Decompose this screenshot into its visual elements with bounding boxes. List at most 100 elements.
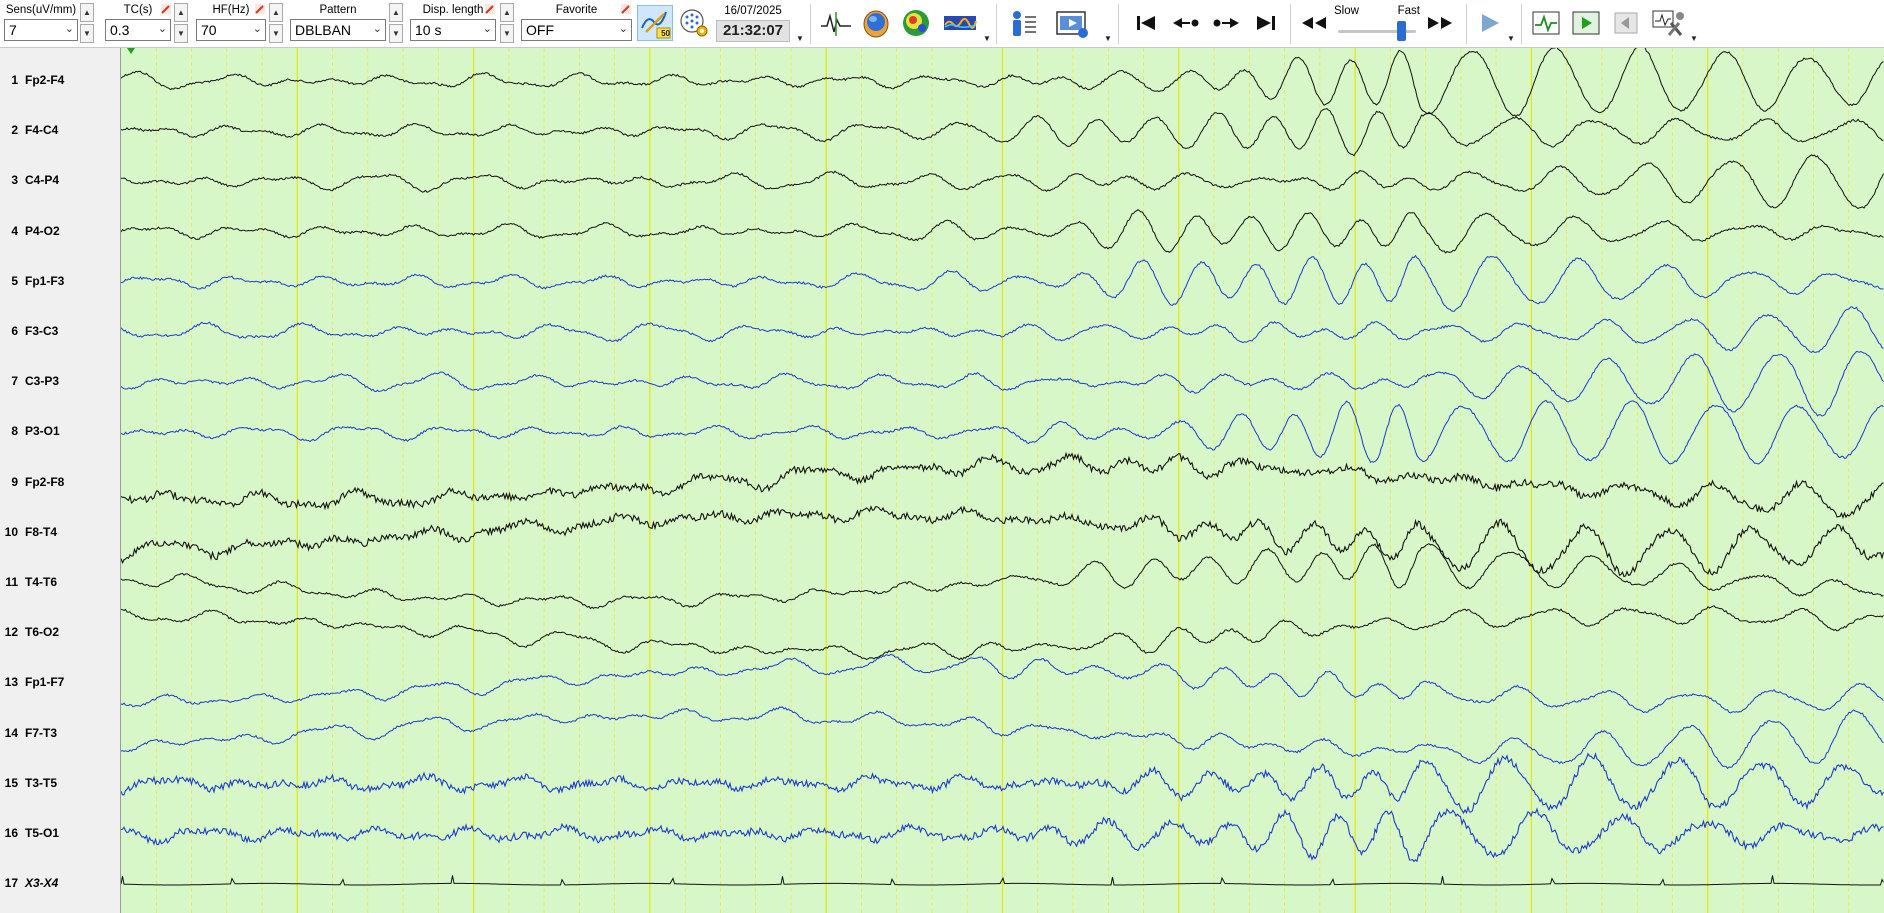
chevron-down-icon: ⌄ xyxy=(372,23,382,35)
channel-name: P3-O1 xyxy=(25,424,60,439)
waveform-button[interactable] xyxy=(818,5,854,41)
channel-label[interactable]: 2 F4-C4 xyxy=(0,123,120,139)
favorite-label: Favorite xyxy=(555,4,598,16)
channel-number: 8 xyxy=(11,424,18,439)
sensitivity-select[interactable]: 7 ⌄ xyxy=(4,19,78,41)
display-length-value: 10 s xyxy=(415,22,442,38)
channel-label[interactable]: 15 T3-T5 xyxy=(0,776,120,792)
time-constant-stepper[interactable]: ▲ ▼ xyxy=(174,3,189,43)
increment-button[interactable]: ▲ xyxy=(500,3,514,22)
dropdown-arrow-icon[interactable]: ▼ xyxy=(1104,34,1112,43)
decrement-button[interactable]: ▼ xyxy=(500,24,514,43)
favorite-control: Favorite OFF ⌄ xyxy=(521,0,632,47)
decrement-button[interactable]: ▼ xyxy=(269,24,283,43)
recording-time: 21:32:07 xyxy=(716,20,790,42)
edit-pen-icon[interactable] xyxy=(160,3,172,15)
channel-label[interactable]: 6 F3-C3 xyxy=(0,324,120,340)
next-page-button[interactable] xyxy=(1208,5,1244,41)
tools-button[interactable] xyxy=(1648,5,1688,41)
play-icon xyxy=(1482,14,1499,32)
channel-name: F8-T4 xyxy=(25,524,58,539)
channel-label[interactable]: 3 C4-P4 xyxy=(0,173,120,189)
first-page-button[interactable] xyxy=(1128,5,1164,41)
montage-settings-button[interactable] xyxy=(676,5,712,41)
channel-label[interactable]: 11 T4-T6 xyxy=(0,575,120,591)
display-length-select[interactable]: 10 s ⌄ xyxy=(410,19,496,41)
pattern-select[interactable]: DBLBAN ⌄ xyxy=(290,19,386,41)
edit-pen-icon[interactable] xyxy=(254,3,266,15)
channel-number: 12 xyxy=(4,625,18,640)
signal-view-button[interactable] xyxy=(1528,5,1564,41)
decrement-button[interactable]: ▼ xyxy=(174,24,188,43)
dropdown-arrow-icon[interactable]: ▼ xyxy=(1507,34,1515,43)
patient-info-button[interactable] xyxy=(1004,5,1040,41)
channel-label[interactable]: 9 Fp2-F8 xyxy=(0,475,120,491)
increment-button[interactable]: ▲ xyxy=(80,3,94,22)
channel-label[interactable]: 1 Fp2-F4 xyxy=(0,73,120,89)
channel-label[interactable]: 8 P3-O1 xyxy=(0,424,120,440)
sensitivity-label: Sens(uV/mm) xyxy=(5,4,77,16)
spectral-button[interactable] xyxy=(940,5,980,41)
eeg-trace-area[interactable] xyxy=(121,48,1884,913)
channel-number: 14 xyxy=(4,725,18,740)
channel-name: Fp2-F4 xyxy=(25,73,65,87)
last-page-button[interactable] xyxy=(1248,5,1284,41)
head-map-button[interactable] xyxy=(858,5,894,41)
channel-name: T3-T5 xyxy=(25,775,58,790)
rewind-button[interactable] xyxy=(1296,5,1332,41)
dropdown-arrow-icon[interactable]: ▼ xyxy=(1690,34,1698,43)
channel-name: Fp1-F7 xyxy=(25,675,65,690)
high-filter-select[interactable]: 70 ⌄ xyxy=(196,19,266,41)
review-back-button[interactable] xyxy=(1608,5,1644,41)
channel-number: 3 xyxy=(11,173,18,188)
time-constant-value: 0.3 xyxy=(110,22,130,38)
sensitivity-stepper[interactable]: ▲ ▼ xyxy=(80,3,95,43)
channel-label[interactable]: 16 T5-O1 xyxy=(0,826,120,842)
review-play-button[interactable] xyxy=(1568,5,1604,41)
channel-label[interactable]: 13 Fp1-F7 xyxy=(0,675,120,691)
display-length-stepper[interactable]: ▲ ▼ xyxy=(500,3,515,43)
montage-settings-icon xyxy=(680,9,708,37)
fast-forward-icon xyxy=(1428,17,1452,29)
channel-number: 2 xyxy=(11,123,18,138)
edit-pen-icon[interactable] xyxy=(620,3,632,15)
fast-forward-button[interactable] xyxy=(1422,5,1458,41)
channel-number: 9 xyxy=(11,474,18,489)
increment-button[interactable]: ▲ xyxy=(174,3,188,22)
dropdown-arrow-icon[interactable]: ▼ xyxy=(983,34,991,43)
channel-name: C3-P3 xyxy=(25,374,60,389)
time-constant-select[interactable]: 0.3 ⌄ xyxy=(105,19,171,41)
channel-label[interactable]: 10 F8-T4 xyxy=(0,525,120,541)
channel-name: Fp2-F8 xyxy=(25,474,65,489)
previous-page-button[interactable] xyxy=(1168,5,1204,41)
previous-page-icon xyxy=(1173,18,1199,28)
increment-button[interactable]: ▲ xyxy=(389,3,403,22)
channel-number: 13 xyxy=(4,675,18,690)
channel-name: T6-O2 xyxy=(25,625,60,640)
notch-filter-button[interactable]: 50 xyxy=(637,5,673,41)
play-button[interactable] xyxy=(1472,5,1508,41)
speed-slider-thumb[interactable] xyxy=(1396,21,1406,41)
channel-label[interactable]: 4 P4-O2 xyxy=(0,224,120,240)
channel-label[interactable]: 14 F7-T3 xyxy=(0,726,120,742)
review-play-icon xyxy=(1572,11,1600,35)
last-page-icon xyxy=(1257,16,1275,30)
channel-label[interactable]: 5 Fp1-F3 xyxy=(0,274,120,290)
high-filter-stepper[interactable]: ▲ ▼ xyxy=(269,3,284,43)
video-button[interactable] xyxy=(1052,5,1092,41)
decrement-button[interactable]: ▼ xyxy=(389,24,403,43)
topography-button[interactable] xyxy=(898,5,934,41)
increment-button[interactable]: ▲ xyxy=(269,3,283,22)
pattern-stepper[interactable]: ▲ ▼ xyxy=(389,3,404,43)
decrement-button[interactable]: ▼ xyxy=(80,24,94,43)
channel-label[interactable]: 7 C3-P3 xyxy=(0,374,120,390)
channel-label[interactable]: 17 X3-X4 xyxy=(0,876,120,892)
speed-slider[interactable]: Slow Fast xyxy=(1334,3,1420,45)
separator xyxy=(1118,4,1119,44)
dropdown-arrow-icon[interactable]: ▼ xyxy=(796,34,804,43)
chevron-down-icon: ⌄ xyxy=(64,23,74,35)
edit-pen-icon[interactable] xyxy=(484,3,496,15)
channel-name: F7-T3 xyxy=(25,725,58,740)
channel-label[interactable]: 12 T6-O2 xyxy=(0,625,120,641)
favorite-select[interactable]: OFF ⌄ xyxy=(521,19,632,41)
